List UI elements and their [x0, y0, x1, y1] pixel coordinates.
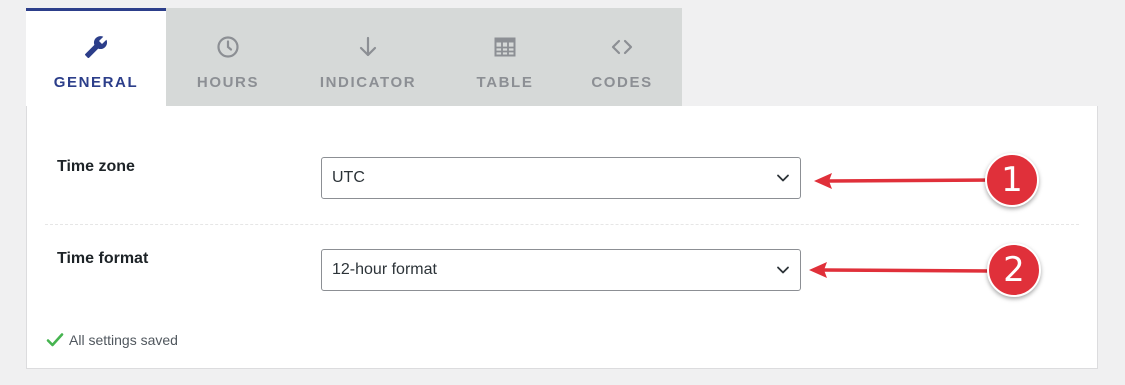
time-format-label: Time format: [57, 250, 149, 267]
tab-indicator-label: INDICATOR: [319, 74, 417, 91]
tab-hours[interactable]: HOURS: [166, 8, 290, 106]
annotation-arrow-1: [814, 173, 1000, 189]
save-status-text: All settings saved: [69, 332, 178, 348]
tab-general-label: GENERAL: [53, 74, 139, 91]
time-format-value: 12-hour format: [332, 261, 437, 278]
time-zone-value: UTC: [332, 169, 365, 186]
tab-table[interactable]: TABLE: [446, 8, 564, 106]
wrench-icon: [83, 34, 109, 60]
tab-table-label: TABLE: [476, 74, 534, 91]
code-icon: [609, 34, 635, 60]
tab-indicator[interactable]: INDICATOR: [290, 8, 446, 106]
settings-tabs: GENERAL HOURS INDICATOR TABLE CODES: [26, 8, 682, 106]
arrow-down-icon: [355, 34, 381, 60]
checkmark-icon: [46, 333, 64, 347]
annotation-badge-1: 1: [985, 153, 1039, 207]
time-zone-select[interactable]: UTC: [321, 157, 801, 199]
row-divider: [45, 224, 1079, 225]
annotation-badge-2: 2: [987, 243, 1041, 297]
table-icon: [492, 34, 518, 60]
tab-codes[interactable]: CODES: [564, 8, 680, 106]
chevron-down-icon: [777, 174, 789, 182]
annotation-arrow-2: [809, 262, 995, 278]
clock-icon: [215, 34, 241, 60]
save-status: All settings saved: [45, 330, 178, 350]
tab-hours-label: HOURS: [196, 74, 260, 91]
tab-general[interactable]: GENERAL: [26, 8, 166, 106]
time-format-select[interactable]: 12-hour format: [321, 249, 801, 291]
time-zone-label: Time zone: [57, 158, 135, 175]
tab-codes-label: CODES: [591, 74, 653, 91]
general-settings-panel: Time zone UTC Time format 12-hour format…: [26, 106, 1098, 369]
chevron-down-icon: [777, 266, 789, 274]
